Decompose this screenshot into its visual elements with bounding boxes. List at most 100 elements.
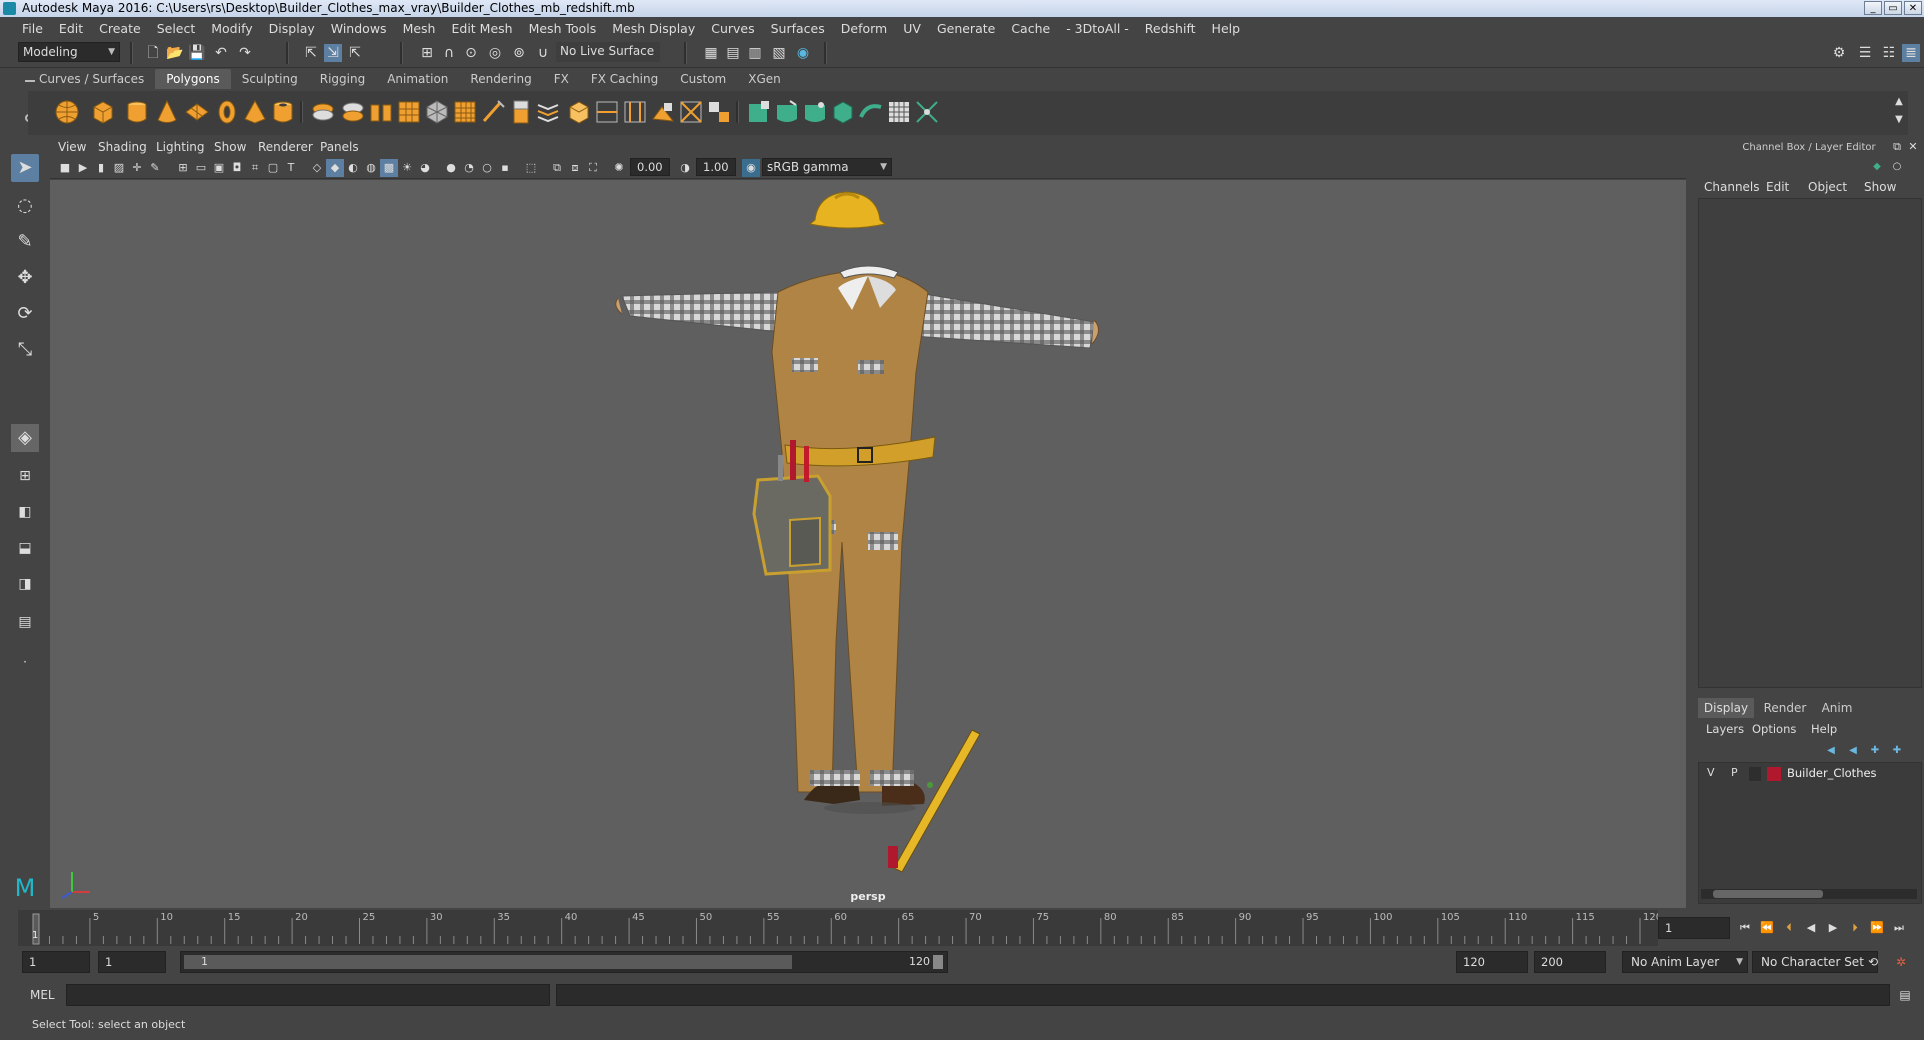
go-to-end-icon[interactable]: ⏭	[1890, 919, 1908, 937]
menu-3dtoall[interactable]: - 3DtoAll -	[1058, 21, 1137, 36]
select-component-icon[interactable]: ⇱	[346, 44, 364, 62]
menu-generate[interactable]: Generate	[929, 21, 1003, 36]
color-management-icon[interactable]: ◉	[742, 159, 760, 177]
time-slider[interactable]: 5 10 15 20 25 30 35 40 45 50 55 60 65 70 75 80 85 90 95 100…	[18, 910, 1658, 946]
snap-point-icon[interactable]: ⊙	[462, 44, 480, 62]
bridge-icon[interactable]	[536, 99, 562, 125]
snap-grid-icon[interactable]: ⊞	[418, 44, 436, 62]
offset-edge-loop-icon[interactable]	[622, 99, 648, 125]
uv-editor-icon[interactable]	[886, 99, 912, 125]
persp-outliner-layout-icon[interactable]: ◧	[11, 498, 39, 526]
close-panel-icon[interactable]: ✕	[1904, 138, 1922, 156]
poly-torus-icon[interactable]	[214, 99, 240, 125]
range-slider[interactable]: 1 120	[180, 951, 948, 973]
xray-icon[interactable]: ◍	[362, 159, 380, 177]
tab-polygons[interactable]: Polygons	[155, 69, 231, 89]
new-empty-layer-icon[interactable]: ✚	[1866, 742, 1884, 760]
close-button[interactable]: ✕	[1904, 1, 1922, 15]
rotate-tool-icon[interactable]: ⟳	[11, 300, 39, 328]
persp-hypershade-layout-icon[interactable]: ◨	[11, 570, 39, 598]
remesh-icon[interactable]	[452, 99, 478, 125]
outliner-layout-icon[interactable]: ▤	[11, 608, 39, 636]
menu-surfaces[interactable]: Surfaces	[763, 21, 833, 36]
open-scene-icon[interactable]: 📂	[166, 44, 184, 62]
safe-action-icon[interactable]: ▢	[264, 159, 282, 177]
camera-attributes-icon[interactable]: ▶	[74, 159, 92, 177]
xray-joints-icon[interactable]: ⧉	[548, 159, 566, 177]
tab-fx[interactable]: FX	[543, 69, 580, 89]
bevel-icon[interactable]	[566, 99, 592, 125]
menu-uv[interactable]: UV	[895, 21, 929, 36]
current-frame-field[interactable]: 1	[1658, 917, 1730, 939]
script-editor-icon[interactable]: ▤	[1896, 986, 1914, 1004]
channel-list[interactable]	[1698, 198, 1922, 688]
magnet-icon[interactable]: ∪	[534, 44, 552, 62]
viewport-menu-renderer[interactable]: Renderer	[258, 140, 313, 154]
menu-edit-mesh[interactable]: Edit Mesh	[443, 21, 520, 36]
menu-create[interactable]: Create	[91, 21, 149, 36]
safe-title-icon[interactable]: T	[282, 159, 300, 177]
scale-tool-icon[interactable]: ⤡	[11, 336, 39, 364]
render-frame-icon[interactable]: ▤	[724, 44, 742, 62]
shadows-icon[interactable]: ◕	[416, 159, 434, 177]
uv-spherical-icon[interactable]	[802, 99, 828, 125]
layers-menu[interactable]: Layers	[1706, 722, 1744, 736]
make-live-icon[interactable]: ⊚	[510, 44, 528, 62]
minimize-button[interactable]: _	[1864, 1, 1882, 15]
four-view-layout-icon[interactable]: ⊞	[11, 462, 39, 490]
multi-cut-icon[interactable]	[480, 99, 506, 125]
play-backwards-icon[interactable]: ◀	[1802, 919, 1820, 937]
wireframe-icon[interactable]: ◇	[308, 159, 326, 177]
film-gate-icon[interactable]: ▭	[192, 159, 210, 177]
gamma-field[interactable]: 1.00	[696, 158, 736, 176]
tool-settings-icon[interactable]: ☷	[1880, 44, 1898, 62]
ipr-render-icon[interactable]: ▥	[746, 44, 764, 62]
persp-graph-layout-icon[interactable]: ⬓	[11, 534, 39, 562]
channels-menu[interactable]: Channels	[1704, 180, 1760, 194]
cb-edit-menu[interactable]: Edit	[1766, 180, 1789, 194]
playback-end-field[interactable]: 120	[1456, 951, 1528, 973]
viewport-menu-panels[interactable]: Panels	[320, 140, 359, 154]
step-forward-frame-icon[interactable]: ⏵	[1846, 919, 1864, 937]
undo-icon[interactable]: ↶	[212, 44, 230, 62]
menu-edit[interactable]: Edit	[51, 21, 91, 36]
scrollbar-thumb[interactable]	[1713, 890, 1823, 898]
move-layer-down-icon[interactable]: ◀	[1844, 742, 1862, 760]
menu-file[interactable]: File	[14, 21, 51, 36]
menu-mesh-tools[interactable]: Mesh Tools	[521, 21, 605, 36]
menu-curves[interactable]: Curves	[703, 21, 762, 36]
uv-automatic-icon[interactable]	[830, 99, 856, 125]
perspective-viewport[interactable]: persp	[50, 180, 1686, 908]
auto-key-icon[interactable]: ⟲	[1864, 953, 1882, 971]
menu-select[interactable]: Select	[149, 21, 204, 36]
poly-plane-icon[interactable]	[184, 99, 210, 125]
range-slider-handle[interactable]	[184, 955, 792, 969]
select-hierarchy-icon[interactable]: ⇱	[302, 44, 320, 62]
textured-icon[interactable]: ▩	[380, 159, 398, 177]
menu-modify[interactable]: Modify	[203, 21, 260, 36]
cb-show-menu[interactable]: Show	[1864, 180, 1896, 194]
exposure-icon[interactable]: ✺	[610, 159, 628, 177]
attribute-editor-icon[interactable]: ☰	[1856, 44, 1874, 62]
lasso-tool-icon[interactable]: ◌	[11, 192, 39, 220]
command-input[interactable]	[66, 984, 550, 1006]
append-polygon-icon[interactable]	[650, 99, 676, 125]
layer-help-menu[interactable]: Help	[1811, 722, 1837, 736]
viewport-menu-lighting[interactable]: Lighting	[156, 140, 205, 154]
character-set-dropdown[interactable]: No Character Set	[1752, 951, 1878, 973]
animation-end-field[interactable]: 200	[1534, 951, 1606, 973]
poly-cone-icon[interactable]	[154, 99, 180, 125]
layer-color-swatch[interactable]	[1767, 767, 1781, 781]
merge-icon[interactable]	[706, 99, 732, 125]
wireframe-on-shaded-icon[interactable]: ◐	[344, 159, 362, 177]
uv-cylindrical-icon[interactable]	[774, 99, 800, 125]
restore-button[interactable]: ▭	[1884, 1, 1902, 15]
redo-icon[interactable]: ↷	[236, 44, 254, 62]
step-forward-key-icon[interactable]: ⏩	[1868, 919, 1886, 937]
layer-playback-toggle[interactable]: P	[1731, 766, 1738, 779]
tab-xgen[interactable]: XGen	[737, 69, 792, 89]
layer-reference-toggle[interactable]	[1749, 767, 1761, 781]
tab-custom[interactable]: Custom	[669, 69, 737, 89]
layer-visibility-toggle[interactable]: V	[1707, 766, 1715, 779]
menu-display[interactable]: Display	[261, 21, 323, 36]
